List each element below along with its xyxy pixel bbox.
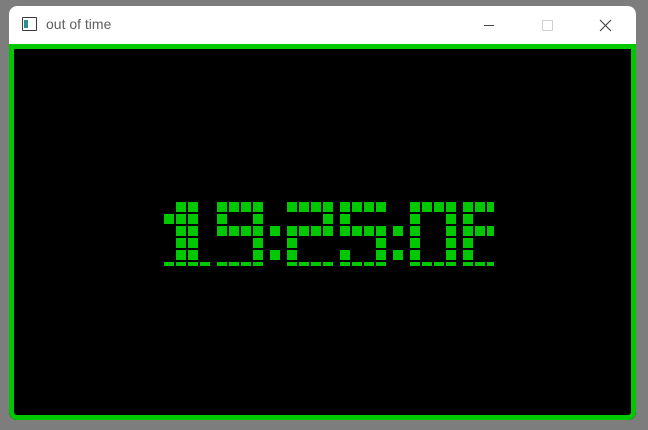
clock-digit (410, 202, 456, 266)
title-bar[interactable]: out of time (9, 6, 636, 44)
clock-colon (270, 226, 280, 260)
app-window: out of time 19:25:06 (9, 6, 636, 420)
clock-time-text: 19:25:06 (164, 266, 165, 267)
window-app-icon (22, 17, 37, 31)
minimize-icon (484, 25, 494, 26)
clock-colon (393, 226, 403, 260)
close-button[interactable] (576, 6, 634, 44)
digital-clock: 19:25:06 (164, 202, 494, 266)
clock-digit (340, 202, 386, 266)
minimize-button[interactable] (460, 6, 518, 44)
maximize-button[interactable] (518, 6, 576, 44)
clock-digits (164, 202, 494, 266)
clock-digit (463, 202, 494, 266)
window-title: out of time (46, 16, 112, 32)
maximize-icon (542, 20, 553, 31)
clock-digit (287, 202, 333, 266)
clock-display-area: 19:25:06 (9, 44, 636, 420)
clock-digit (164, 202, 210, 266)
close-icon (599, 19, 612, 32)
clock-digit (217, 202, 263, 266)
